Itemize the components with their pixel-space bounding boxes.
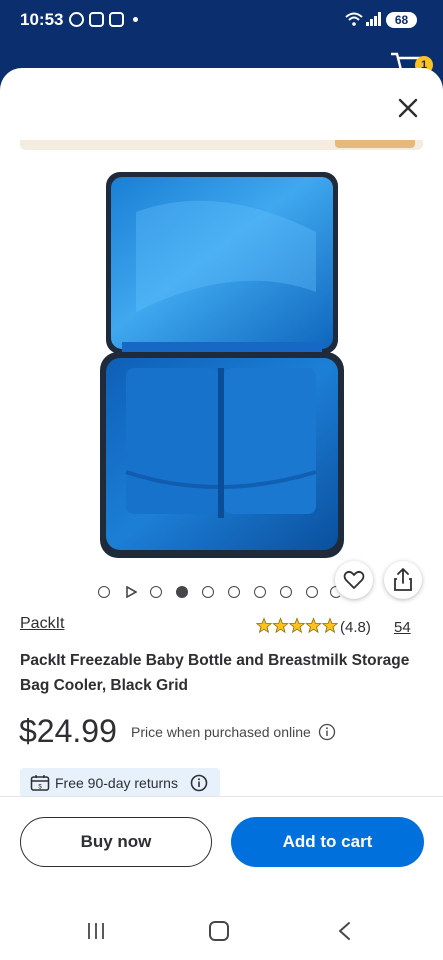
home-icon[interactable] bbox=[209, 921, 229, 941]
status-time: 10:53 bbox=[20, 10, 64, 29]
product-sheet: PackIt (4.8) 54 PackIt Freezable Baby Bo… bbox=[0, 68, 443, 960]
notification-dot bbox=[133, 17, 138, 22]
star-icon bbox=[321, 617, 338, 634]
instagram-icon bbox=[89, 12, 104, 27]
system-nav-bar bbox=[0, 900, 443, 960]
returns-text: Free 90-day returns bbox=[55, 775, 178, 791]
heart-icon bbox=[343, 570, 365, 589]
product-price: $24.99 bbox=[19, 713, 117, 749]
price-note: Price when purchased online bbox=[131, 724, 311, 740]
favorite-button[interactable] bbox=[335, 561, 373, 599]
returns-badge: $ Free 90-day returns bbox=[20, 768, 220, 798]
info-icon[interactable] bbox=[318, 723, 336, 741]
video-play-icon[interactable] bbox=[125, 586, 137, 598]
signal-icon bbox=[366, 12, 381, 26]
buy-now-button[interactable]: Buy now bbox=[20, 817, 212, 867]
share-button[interactable] bbox=[384, 561, 422, 599]
carousel-dot[interactable] bbox=[202, 586, 214, 598]
battery-indicator: 68 bbox=[386, 12, 417, 28]
previous-image-strip bbox=[20, 140, 423, 150]
star-icon bbox=[305, 617, 322, 634]
info-icon[interactable] bbox=[190, 774, 208, 792]
star-icon bbox=[272, 617, 289, 634]
carousel-dot-active[interactable] bbox=[176, 586, 188, 598]
add-to-cart-button[interactable]: Add to cart bbox=[231, 817, 424, 867]
instagram-icon bbox=[109, 12, 124, 27]
share-icon bbox=[394, 568, 412, 591]
carousel-dot[interactable] bbox=[228, 586, 240, 598]
carousel-dot[interactable] bbox=[306, 586, 318, 598]
star-icon bbox=[256, 617, 273, 634]
wifi-icon bbox=[345, 12, 363, 26]
star-rating bbox=[256, 617, 338, 634]
action-bar: Buy now Add to cart bbox=[0, 796, 443, 886]
whatsapp-icon bbox=[69, 12, 84, 27]
star-icon bbox=[288, 617, 306, 634]
review-count-link[interactable]: 54 bbox=[394, 619, 411, 636]
carousel-dot[interactable] bbox=[150, 586, 162, 598]
back-icon[interactable] bbox=[336, 921, 352, 941]
rating-value: (4.8) bbox=[340, 619, 371, 636]
carousel-dot[interactable] bbox=[254, 586, 266, 598]
carousel-dot[interactable] bbox=[280, 586, 292, 598]
product-title: PackIt Freezable Baby Bottle and Breastm… bbox=[20, 652, 410, 694]
close-icon[interactable] bbox=[392, 92, 424, 124]
brand-link[interactable]: PackIt bbox=[20, 615, 64, 633]
product-image[interactable] bbox=[96, 172, 348, 560]
recent-apps-icon[interactable] bbox=[86, 922, 106, 940]
returns-icon: $ bbox=[30, 775, 50, 791]
carousel-dot[interactable] bbox=[98, 586, 110, 598]
